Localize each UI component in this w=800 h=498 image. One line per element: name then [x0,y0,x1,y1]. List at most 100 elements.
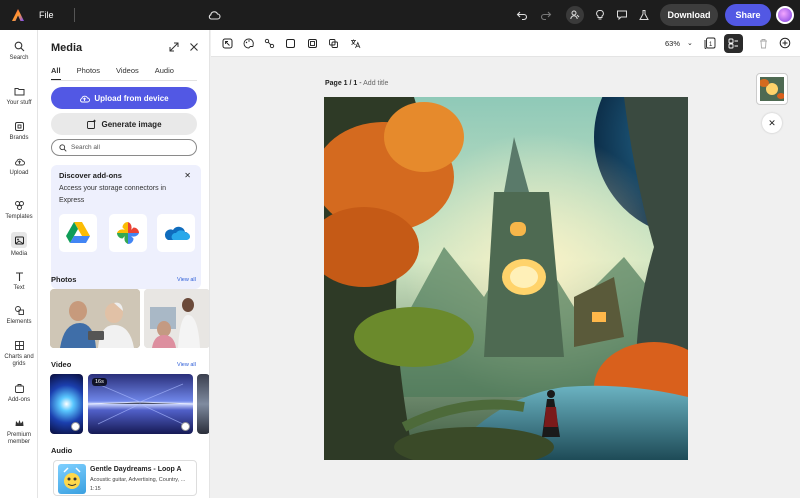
google-photos-tile[interactable] [109,214,147,252]
onedrive-tile[interactable] [157,214,195,252]
video-thumbnail[interactable] [197,374,209,434]
close-icon[interactable] [188,41,200,53]
translate-icon[interactable] [349,37,361,49]
rail-item-upload[interactable]: Upload [0,155,38,177]
video-view-all-link[interactable]: View all [177,362,196,368]
artboard-image[interactable] [324,97,688,460]
templates-icon [13,199,25,211]
video-duration: 16s [92,378,107,386]
animate-icon[interactable] [263,37,275,49]
rail-item-templates[interactable]: Templates [0,199,38,221]
effects-icon[interactable] [327,37,339,49]
close-icon[interactable]: ✕ [762,113,782,133]
rail-item-addons[interactable]: Add-ons [0,382,38,404]
rail-item-elements[interactable]: Elements [0,304,38,326]
google-drive-tile[interactable] [59,214,97,252]
upload-label: Upload from device [94,93,169,103]
cloud-icon[interactable] [207,8,221,22]
trash-icon[interactable] [757,37,769,49]
rail-label: Add-ons [7,397,31,403]
rail-item-premium[interactable]: Premium member [0,417,38,446]
video-thumbnail[interactable]: 16s [88,374,193,434]
frame-icon[interactable] [306,37,318,49]
photos-section-title: Photos [51,275,77,284]
video-thumbnail[interactable] [50,374,83,434]
redo-icon[interactable] [538,7,554,23]
add-page-icon[interactable] [779,37,791,49]
rail-label: Search [9,55,29,61]
onedrive-icon [164,226,190,240]
top-bar: File Download Share [0,0,800,30]
tab-audio[interactable]: Audio [155,66,174,81]
audio-title: Gentle Daydreams - Loop A [90,466,182,473]
rail-label: Brands [9,135,29,141]
rail-label: Templates [5,214,33,220]
tab-all[interactable]: All [51,66,61,81]
photo-content [50,289,140,348]
fantasy-landscape-image [324,97,688,460]
shape-icon[interactable] [284,37,296,49]
collaborate-icon[interactable] [566,6,584,24]
tab-photos[interactable]: Photos [77,66,100,81]
search-input[interactable]: Search all [51,139,197,156]
rail-item-charts[interactable]: Charts and grids [0,339,38,368]
photo-thumbnail[interactable] [50,289,140,348]
search-placeholder: Search all [71,144,100,151]
chevron-down-icon[interactable]: ⌄ [687,39,693,47]
download-button[interactable]: Download [660,4,718,26]
addons-card: Discover add-ons ✕ Access your storage c… [51,165,201,289]
tab-videos[interactable]: Videos [116,66,139,81]
generate-label: Generate image [101,119,162,129]
google-photos-icon [117,222,139,244]
rail-item-text[interactable]: Text [0,270,38,292]
rail-item-search[interactable]: Search [0,40,38,62]
addons-description: Access your storage connectors in Expres… [59,185,166,204]
audio-tags: Acoustic guitar, Advertising, Country, .… [90,477,186,483]
comment-icon[interactable] [614,7,630,23]
layers-button[interactable] [724,34,743,53]
flask-icon[interactable] [636,7,652,23]
generate-image-button[interactable]: Generate image [51,113,197,135]
page-thumbnail[interactable] [756,73,788,105]
folder-icon [13,85,25,97]
google-drive-icon [66,222,90,243]
layers-icon [728,38,738,49]
canvas-toolbar: 63% ⌄ 1 [211,30,800,57]
generate-icon [87,119,97,129]
close-icon[interactable]: ✕ [184,171,191,180]
rail-item-your-stuff[interactable]: Your stuff [0,85,38,107]
rail-label: Media [10,251,28,257]
rail-label: Premium member [6,432,31,445]
audio-section-title: Audio [51,446,73,455]
audio-duration: 1:15 [90,486,101,492]
page-count: 1 [709,42,713,48]
zoom-level[interactable]: 63% [665,39,680,48]
audio-track[interactable]: Gentle Daydreams - Loop A Acoustic guita… [53,460,197,496]
rail-label: Your stuff [6,100,32,106]
palette-icon[interactable] [242,37,254,49]
upload-icon [80,95,91,102]
file-menu[interactable]: File [39,10,54,20]
adobe-express-logo[interactable] [11,8,25,22]
rail-item-media[interactable]: Media [0,232,38,258]
share-button[interactable]: Share [725,4,771,26]
photo-thumbnail[interactable] [144,289,209,348]
lightbulb-icon[interactable] [592,7,608,23]
brand-icon [13,120,25,132]
addons-title: Discover add-ons [59,171,122,180]
upload-button[interactable]: Upload from device [51,87,197,109]
avatar[interactable] [776,6,794,24]
rail-label: Charts and grids [4,354,34,367]
crown-icon [13,417,25,429]
text-icon [13,270,25,282]
resize-icon[interactable] [221,37,233,49]
page-count-icon[interactable]: 1 [704,37,716,49]
undo-icon[interactable] [514,7,530,23]
search-icon [59,143,67,152]
divider [51,80,197,81]
photo-content [144,289,209,348]
page-title-input[interactable]: Add title [363,80,388,87]
rail-item-brands[interactable]: Brands [0,120,38,142]
expand-icon[interactable] [168,41,180,53]
photos-view-all-link[interactable]: View all [177,277,196,283]
